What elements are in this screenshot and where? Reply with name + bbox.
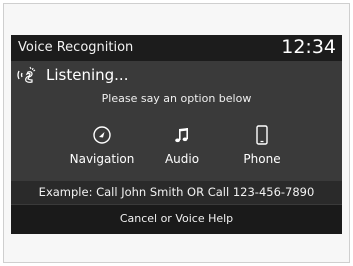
instruction-text: Please say an option below: [101, 92, 252, 105]
audio-option[interactable]: Audio: [142, 123, 222, 171]
navigation-icon: [93, 126, 111, 144]
example-bar: Example: Call John Smith OR Call 123-456…: [11, 181, 342, 204]
cancel-label: Cancel or Voice Help: [119, 212, 234, 225]
voice-command-icon: [17, 66, 36, 83]
phone-option[interactable]: Phone: [222, 123, 302, 171]
voice-recognition-screen: Voice Recognition 12:34 Listening... Ple…: [11, 35, 342, 234]
music-note-icon: [175, 128, 188, 143]
listening-status: Listening...: [11, 61, 342, 87]
audio-label: Audio: [164, 152, 200, 166]
listening-text: Listening...: [46, 66, 129, 84]
phone-icon: [256, 125, 268, 145]
title-bar: Voice Recognition 12:34: [11, 35, 342, 61]
option-list: Navigation Audio Phone: [11, 123, 342, 173]
navigation-option[interactable]: Navigation: [62, 123, 142, 171]
screen-title: Voice Recognition: [18, 40, 134, 55]
navigation-label: Navigation: [69, 152, 135, 166]
example-text: Example: Call John Smith OR Call 123-456…: [38, 185, 315, 199]
phone-label: Phone: [243, 152, 281, 166]
clock: 12:34: [281, 36, 336, 58]
cancel-voice-help-button[interactable]: Cancel or Voice Help: [11, 205, 342, 234]
